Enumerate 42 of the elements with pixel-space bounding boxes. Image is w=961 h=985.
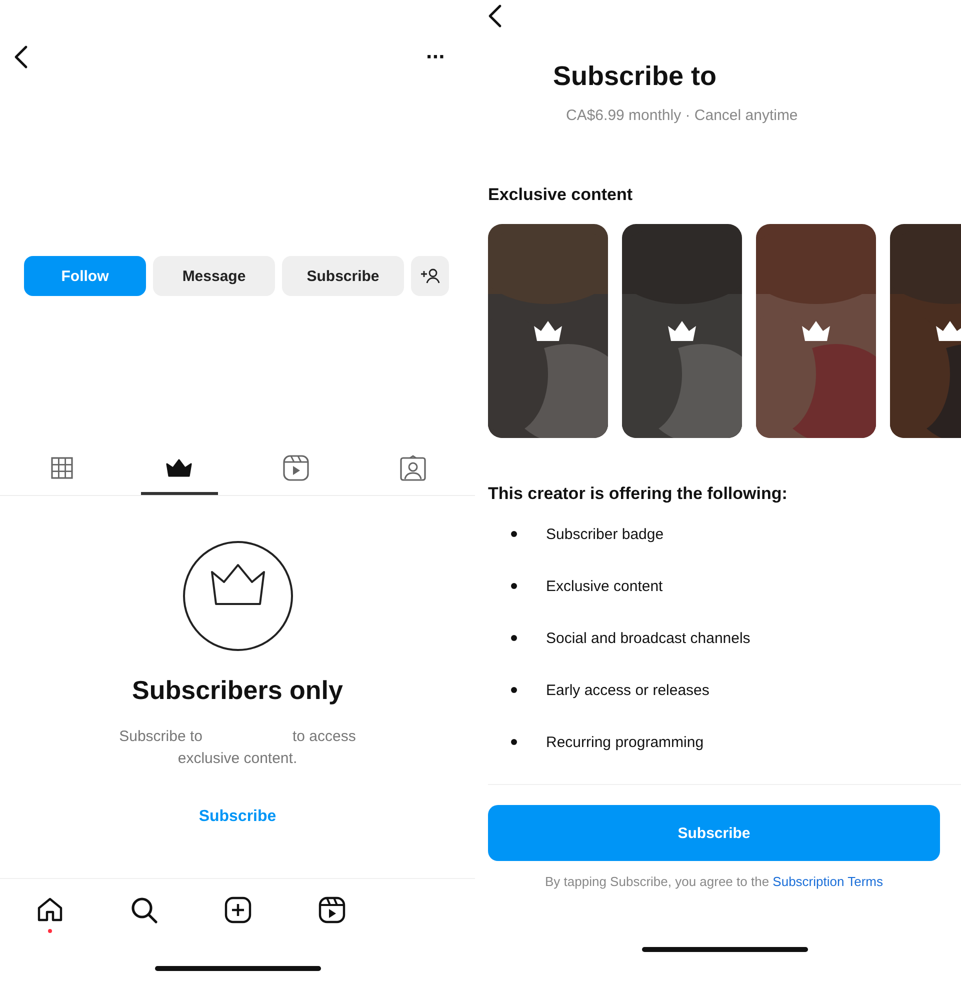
crown-icon	[533, 320, 563, 342]
bullet-icon	[511, 687, 517, 693]
empty-state-text: Subscribe to to access exclusive content.	[118, 727, 357, 769]
crown-icon	[667, 320, 697, 342]
add-person-icon	[420, 267, 440, 285]
subscribe-link[interactable]: Subscribe	[198, 806, 276, 828]
section-title: Exclusive content	[488, 184, 634, 206]
search-icon[interactable]	[130, 896, 158, 924]
grid-icon	[51, 457, 74, 479]
empty-state-title: Subscribers only	[132, 674, 343, 706]
crown-circle-icon	[182, 540, 294, 652]
crown-icon	[166, 458, 192, 478]
more-options-button[interactable]: ···	[426, 47, 445, 67]
reels-icon[interactable]	[318, 896, 346, 924]
follow-button[interactable]: Follow	[24, 256, 146, 296]
subscribe-button[interactable]: Subscribe	[488, 805, 940, 861]
bullet-icon	[511, 635, 517, 641]
offer-item: Early access or releases	[546, 682, 710, 698]
offer-heading: This creator is offering the following:	[488, 483, 788, 505]
profile-action-button[interactable]: Subscribe	[282, 256, 404, 296]
tagged-person-icon	[400, 455, 426, 481]
offer-item: Subscriber badge	[546, 526, 664, 542]
price-subtitle: CA$6.99 monthly · Cancel anytime	[566, 106, 799, 126]
profile-action-button[interactable]: Message	[153, 256, 275, 296]
offer-item: Exclusive content	[546, 578, 663, 594]
offer-item: Recurring programming	[546, 734, 704, 750]
bullet-icon	[511, 739, 517, 745]
terms-link[interactable]: Subscription Terms	[772, 874, 883, 889]
page-title: Subscribe to	[553, 60, 718, 92]
notification-dot	[48, 929, 52, 933]
bullet-icon	[511, 583, 517, 589]
back-icon[interactable]	[488, 4, 502, 28]
reels-icon	[282, 455, 309, 481]
home-icon[interactable]	[36, 896, 64, 924]
bullet-icon	[511, 531, 517, 537]
create-icon[interactable]	[224, 896, 252, 924]
terms-text: By tapping Subscribe, you agree to the Subscription Terms	[544, 873, 884, 891]
back-icon[interactable]	[14, 45, 28, 69]
crown-icon	[935, 320, 961, 342]
crown-icon	[801, 320, 831, 342]
add-person-button[interactable]	[411, 256, 449, 296]
offer-item: Social and broadcast channels	[546, 630, 750, 646]
